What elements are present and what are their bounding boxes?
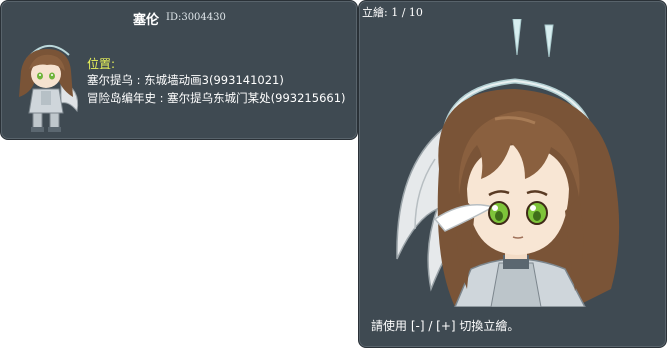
portrait-panel: 立繪: 1 / 10 請使用 [-] / [+] 切換立繪。 (358, 0, 667, 348)
location-line-1[interactable]: 塞尔提乌 : 东城墙动画3(993141021) (87, 72, 284, 88)
npc-name: 塞伦 (133, 13, 160, 28)
npc-portrait-icon (396, 19, 620, 307)
illustration-counter: 立繪: 1 / 10 (362, 6, 423, 19)
location-line-2[interactable]: 冒险岛编年史 : 塞尔提乌东城门某处(993215661) (87, 90, 346, 106)
location-label: 位置: (87, 57, 116, 71)
npc-sprite-icon (19, 45, 79, 132)
switch-illustration-hint: 請使用 [-] / [+] 切換立繪。 (371, 319, 520, 333)
npc-info-panel: 塞伦 ID:3004430 位置: 塞尔提乌 : 东城墙动画3(99314102… (0, 0, 358, 140)
npc-id: ID:3004430 (166, 12, 226, 23)
